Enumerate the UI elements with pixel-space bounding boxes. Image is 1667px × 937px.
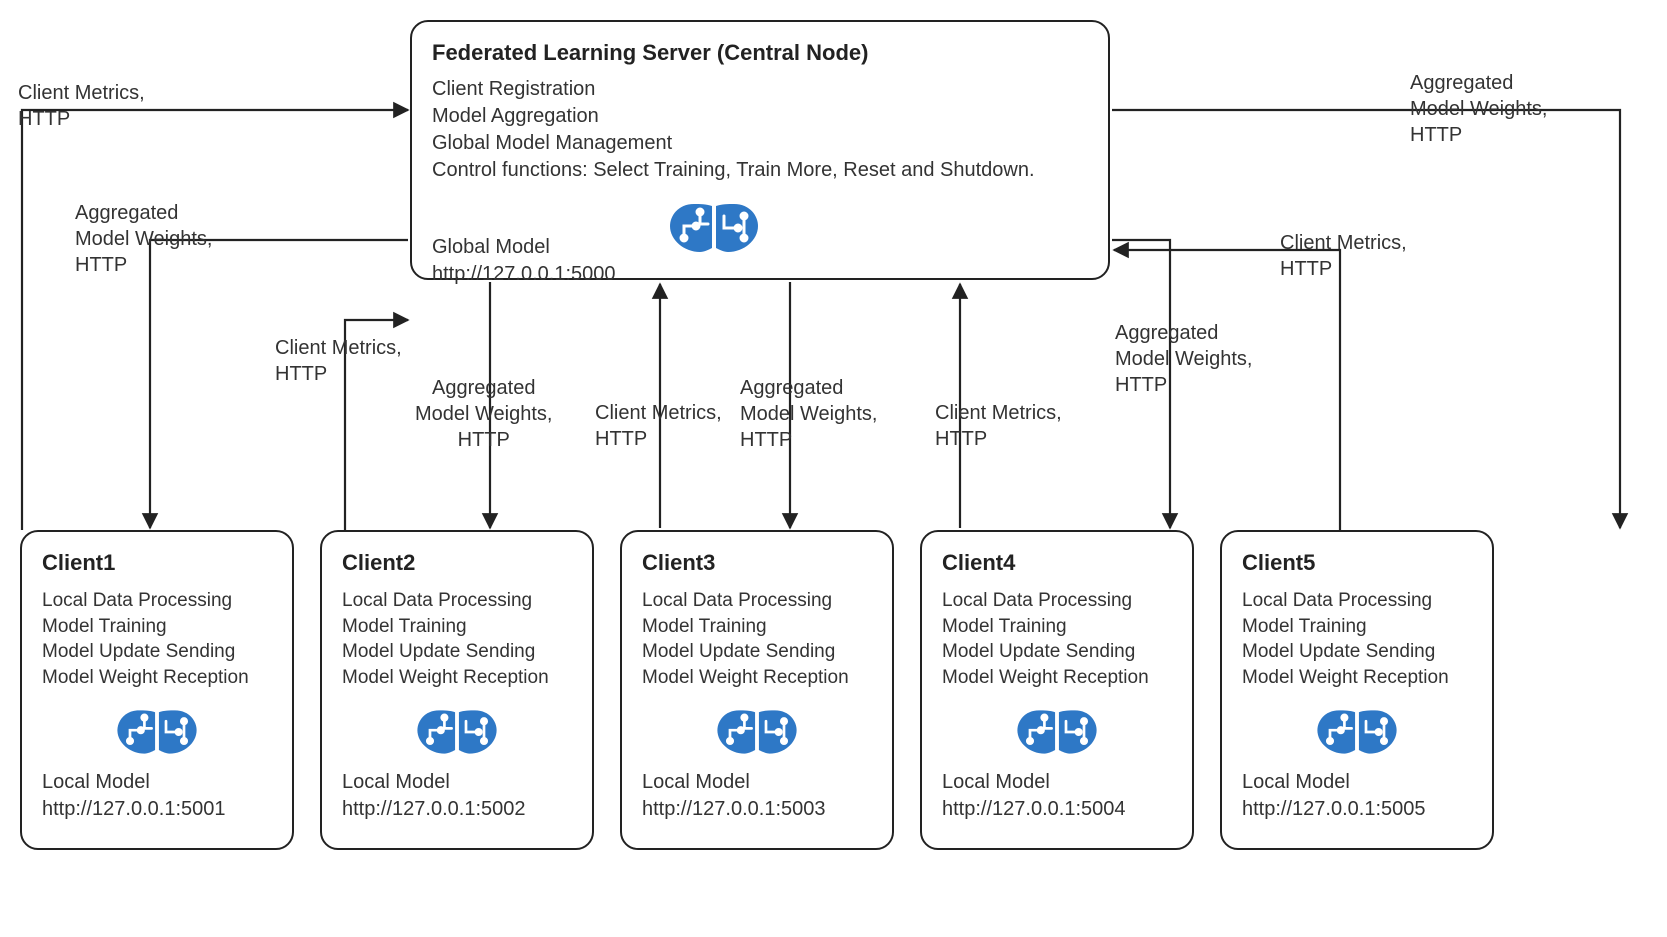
edge-label-weights-c2: Aggregated Model Weights, HTTP: [415, 375, 552, 453]
client-url: http://127.0.0.1:5005: [1242, 796, 1472, 823]
client-footer: Local Modelhttp://127.0.0.1:5003: [642, 769, 872, 823]
client-line: Model Weight Reception: [342, 665, 572, 691]
diagram-stage: Federated Learning Server (Central Node)…: [0, 0, 1667, 937]
client-url: http://127.0.0.1:5004: [942, 796, 1172, 823]
client-line: Model Update Sending: [42, 639, 272, 665]
client-line: Local Data Processing: [642, 588, 872, 614]
client-line: Model Training: [642, 614, 872, 640]
client-footer: Local Modelhttp://127.0.0.1:5004: [942, 769, 1172, 823]
brain-chip-icon: [642, 703, 872, 761]
client-line: Model Training: [942, 614, 1172, 640]
server-line: Model Aggregation: [432, 103, 1088, 130]
client-line: Model Training: [1242, 614, 1472, 640]
edge-label-metrics-c1: Client Metrics, HTTP: [18, 80, 145, 132]
server-line: Client Registration: [432, 76, 1088, 103]
client-node-4: Client4 Local Data ProcessingModel Traini…: [920, 530, 1194, 850]
client-url: http://127.0.0.1:5003: [642, 796, 872, 823]
edge-label-metrics-c3: Client Metrics, HTTP: [595, 400, 722, 452]
brain-chip-icon: [42, 703, 272, 761]
server-line: Control functions: Select Training, Trai…: [432, 157, 1088, 184]
client-node-2: Client2 Local Data ProcessingModel Traini…: [320, 530, 594, 850]
client-node-1: Client1 Local Data ProcessingModel Traini…: [20, 530, 294, 850]
client-line: Local Data Processing: [42, 588, 272, 614]
client-title: Client3: [642, 550, 872, 576]
client-line: Local Data Processing: [342, 588, 572, 614]
brain-chip-icon: [942, 703, 1172, 761]
client-model-label: Local Model: [642, 769, 872, 796]
edge-label-weights-c5: Aggregated Model Weights, HTTP: [1410, 70, 1547, 148]
client-line: Model Weight Reception: [42, 665, 272, 691]
client-model-label: Local Model: [942, 769, 1172, 796]
edge-label-weights-c3: Aggregated Model Weights, HTTP: [740, 375, 877, 453]
client-line: Model Weight Reception: [942, 665, 1172, 691]
client-line: Local Data Processing: [942, 588, 1172, 614]
client-title: Client2: [342, 550, 572, 576]
server-node: Federated Learning Server (Central Node)…: [410, 20, 1110, 280]
client-line: Model Update Sending: [942, 639, 1172, 665]
client-node-5: Client5 Local Data ProcessingModel Traini…: [1220, 530, 1494, 850]
client-line: Model Update Sending: [1242, 639, 1472, 665]
edge-label-metrics-c5: Client Metrics, HTTP: [1280, 230, 1407, 282]
brain-chip-icon: [342, 703, 572, 761]
client-footer: Local Modelhttp://127.0.0.1:5001: [42, 769, 272, 823]
edge-label-weights-c1: Aggregated Model Weights, HTTP: [75, 200, 212, 278]
edge-label-weights-c4: Aggregated Model Weights, HTTP: [1115, 320, 1252, 398]
edge-client1-metrics: [22, 110, 408, 530]
client-line: Model Training: [42, 614, 272, 640]
edge-client5-weights: [1112, 110, 1620, 528]
client-line: Model Update Sending: [342, 639, 572, 665]
server-title: Federated Learning Server (Central Node): [432, 40, 1088, 66]
edge-label-metrics-c2: Client Metrics, HTTP: [275, 335, 402, 387]
server-line: Global Model Management: [432, 130, 1088, 157]
client-footer: Local Modelhttp://127.0.0.1:5005: [1242, 769, 1472, 823]
client-url: http://127.0.0.1:5001: [42, 796, 272, 823]
client-model-label: Local Model: [1242, 769, 1472, 796]
client-line: Model Weight Reception: [1242, 665, 1472, 691]
client-footer: Local Modelhttp://127.0.0.1:5002: [342, 769, 572, 823]
client-title: Client4: [942, 550, 1172, 576]
server-model-label: Global Model: [432, 234, 616, 261]
client-url: http://127.0.0.1:5002: [342, 796, 572, 823]
edge-label-metrics-c4: Client Metrics, HTTP: [935, 400, 1062, 452]
client-line: Local Data Processing: [1242, 588, 1472, 614]
client-title: Client5: [1242, 550, 1472, 576]
server-url: http://127.0.0.1:5000: [432, 261, 616, 288]
client-line: Model Update Sending: [642, 639, 872, 665]
client-title: Client1: [42, 550, 272, 576]
client-line: Model Weight Reception: [642, 665, 872, 691]
client-model-label: Local Model: [42, 769, 272, 796]
client-model-label: Local Model: [342, 769, 572, 796]
client-line: Model Training: [342, 614, 572, 640]
brain-chip-icon: [664, 196, 764, 265]
client-node-3: Client3 Local Data ProcessingModel Traini…: [620, 530, 894, 850]
brain-chip-icon: [1242, 703, 1472, 761]
